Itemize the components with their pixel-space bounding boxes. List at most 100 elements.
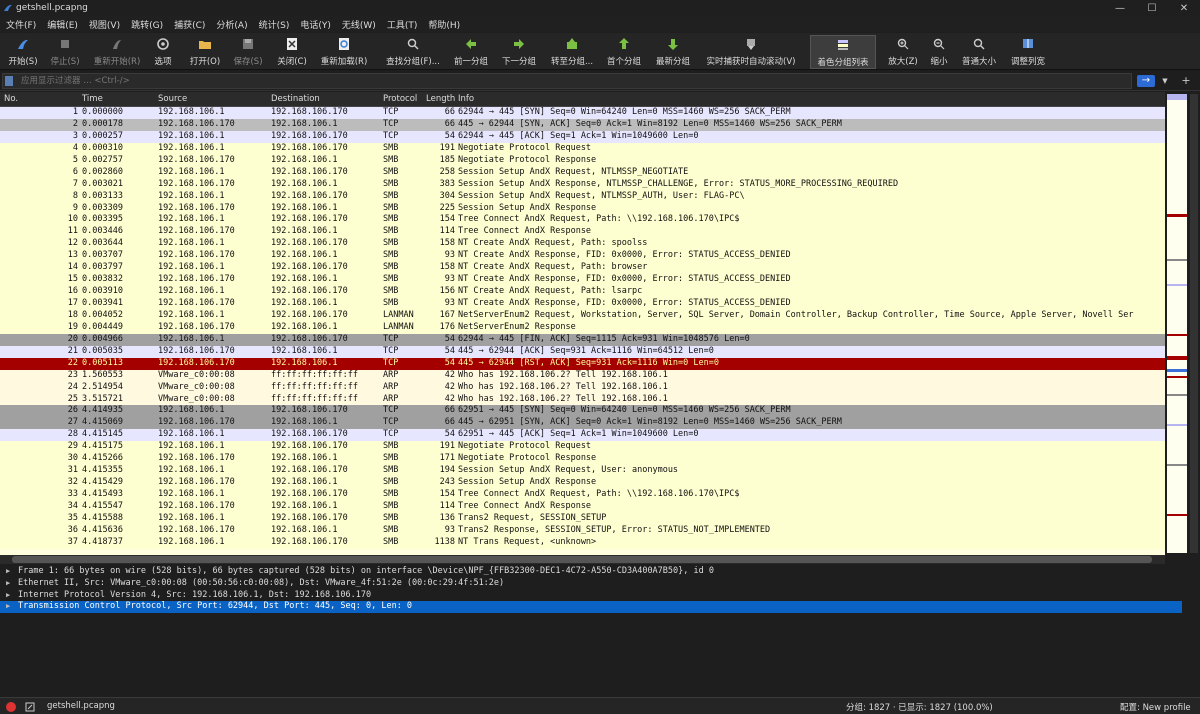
table-row[interactable]: 10 0.003395 192.168.106.1 192.168.106.170 SM… bbox=[0, 214, 1165, 227]
intelligent-scrollbar-overview[interactable] bbox=[1167, 94, 1187, 553]
next-packet-button[interactable]: 下一分组 bbox=[500, 35, 538, 69]
stop-capture-button[interactable]: 停止(S) bbox=[48, 35, 82, 69]
chevron-down-icon[interactable]: ▼ bbox=[1160, 74, 1170, 88]
expert-info-icon[interactable] bbox=[6, 702, 16, 712]
chevron-right-icon[interactable]: ▶ bbox=[6, 578, 10, 590]
autoscroll-button[interactable]: 实时捕获时自动滚动(V) bbox=[702, 35, 800, 69]
table-row[interactable]: 25 3.515721 VMware_c0:00:08 ff:ff:ff:ff:ff:… bbox=[0, 393, 1165, 406]
zoom-out-button[interactable]: 缩小 bbox=[926, 35, 952, 69]
table-row[interactable]: 1 0.000000 192.168.106.1 192.168.106.170 TCP… bbox=[0, 107, 1165, 119]
chevron-right-icon[interactable]: ▶ bbox=[6, 590, 10, 602]
table-row[interactable]: 12 0.003644 192.168.106.1 192.168.106.170 SM… bbox=[0, 238, 1165, 251]
menu-view[interactable]: 视图(V) bbox=[89, 18, 120, 31]
add-filter-button[interactable]: + bbox=[1178, 74, 1194, 88]
edit-comment-icon[interactable] bbox=[25, 702, 35, 712]
colorize-button[interactable]: 着色分组列表 bbox=[810, 35, 876, 69]
close-window-button[interactable]: ✕ bbox=[1168, 0, 1200, 16]
table-row[interactable]: 33 4.415493 192.168.106.1 192.168.106.170 SM… bbox=[0, 489, 1165, 501]
chevron-right-icon[interactable]: ▶ bbox=[6, 566, 10, 578]
display-filter-input[interactable] bbox=[2, 73, 1132, 89]
table-row[interactable]: 22 0.005113 192.168.106.170 192.168.106.1 TC… bbox=[0, 357, 1165, 370]
table-row[interactable]: 7 0.003021 192.168.106.170 192.168.106.1 SMB… bbox=[0, 178, 1165, 191]
table-row[interactable]: 28 4.415145 192.168.106.1 192.168.106.170 TC… bbox=[0, 429, 1165, 442]
table-row[interactable]: 15 0.003832 192.168.106.170 192.168.106.1 SM… bbox=[0, 274, 1165, 287]
open-file-button[interactable]: 打开(O) bbox=[188, 35, 222, 69]
menu-wireless[interactable]: 无线(W) bbox=[342, 18, 376, 31]
table-row[interactable]: 34 4.415547 192.168.106.170 192.168.106.1 SM… bbox=[0, 500, 1165, 513]
column-header-source[interactable]: Source bbox=[158, 94, 187, 104]
horizontal-scrollbar-thumb[interactable] bbox=[12, 556, 1152, 563]
column-header-length[interactable]: Length bbox=[426, 94, 455, 104]
column-header-destination[interactable]: Destination bbox=[271, 94, 320, 104]
status-profile[interactable]: 配置: New profile bbox=[1120, 701, 1191, 713]
table-row[interactable]: 37 4.418737 192.168.106.1 192.168.106.170 SM… bbox=[0, 536, 1165, 549]
column-header-protocol[interactable]: Protocol bbox=[383, 94, 417, 104]
maximize-button[interactable]: ☐ bbox=[1136, 0, 1168, 16]
column-header-time[interactable]: Time bbox=[82, 94, 103, 104]
table-row[interactable]: 29 4.415175 192.168.106.1 192.168.106.170 SM… bbox=[0, 441, 1165, 454]
menu-edit[interactable]: 编辑(E) bbox=[47, 18, 78, 31]
detail-row-ethernet[interactable]: ▶ Ethernet II, Src: VMware_c0:00:08 (00:… bbox=[0, 578, 1200, 590]
table-row[interactable]: 30 4.415266 192.168.106.170 192.168.106.1 SM… bbox=[0, 453, 1165, 466]
close-file-button[interactable]: 关闭(C) bbox=[274, 35, 310, 69]
restart-capture-button[interactable]: 重新开始(R) bbox=[92, 35, 142, 69]
scrollbar-thumb[interactable] bbox=[1190, 94, 1198, 553]
column-header-no[interactable]: No. bbox=[4, 94, 18, 104]
menu-analyze[interactable]: 分析(A) bbox=[216, 18, 247, 31]
detail-row-frame[interactable]: ▶ Frame 1: 66 bytes on wire (528 bits), … bbox=[0, 566, 1200, 578]
menu-tools[interactable]: 工具(T) bbox=[387, 18, 418, 31]
first-packet-button[interactable]: 首个分组 bbox=[604, 35, 644, 69]
table-row[interactable]: 31 4.415355 192.168.106.1 192.168.106.170 SM… bbox=[0, 465, 1165, 478]
table-row[interactable]: 23 1.560553 VMware_c0:00:08 ff:ff:ff:ff:ff:… bbox=[0, 369, 1165, 382]
table-row[interactable]: 2 0.000178 192.168.106.170 192.168.106.1 TCP… bbox=[0, 118, 1165, 131]
chevron-right-icon[interactable]: ▶ bbox=[6, 601, 10, 613]
last-packet-button[interactable]: 最新分组 bbox=[652, 35, 694, 69]
table-row[interactable]: 24 2.514954 VMware_c0:00:08 ff:ff:ff:ff:ff:… bbox=[0, 381, 1165, 394]
menu-statistics[interactable]: 统计(S) bbox=[259, 18, 290, 31]
packet-info: NetServerEnum2 Request, Workstation, Ser… bbox=[458, 309, 1134, 320]
zoom-reset-button[interactable]: 普通大小 bbox=[958, 35, 1000, 69]
menu-capture[interactable]: 捕获(C) bbox=[174, 18, 205, 31]
menu-telephony[interactable]: 电话(Y) bbox=[300, 18, 331, 31]
packet-list-horizontal-scrollbar[interactable] bbox=[0, 555, 1165, 564]
table-row[interactable]: 4 0.000310 192.168.106.1 192.168.106.170 SMB… bbox=[0, 142, 1165, 155]
detail-row-tcp[interactable]: ▶ Transmission Control Protocol, Src Por… bbox=[0, 601, 1182, 614]
table-row[interactable]: 18 0.004052 192.168.106.1 192.168.106.170 LA… bbox=[0, 309, 1165, 322]
table-row[interactable]: 32 4.415429 192.168.106.170 192.168.106.1 SM… bbox=[0, 477, 1165, 489]
table-row[interactable]: 20 0.004966 192.168.106.1 192.168.106.170 TC… bbox=[0, 333, 1165, 346]
goto-packet-button[interactable]: 转至分组... bbox=[548, 35, 596, 69]
table-row[interactable]: 8 0.003133 192.168.106.1 192.168.106.170 SMB… bbox=[0, 190, 1165, 203]
table-row[interactable]: 19 0.004449 192.168.106.170 192.168.106.1 LA… bbox=[0, 321, 1165, 334]
save-file-button[interactable]: 保存(S) bbox=[230, 35, 266, 69]
start-capture-button[interactable]: 开始(S) bbox=[6, 35, 40, 69]
prev-packet-button[interactable]: 前一分组 bbox=[452, 35, 490, 69]
table-row[interactable]: 16 0.003910 192.168.106.1 192.168.106.170 SM… bbox=[0, 286, 1165, 298]
menu-file[interactable]: 文件(F) bbox=[6, 18, 36, 31]
minimize-button[interactable]: — bbox=[1104, 0, 1136, 16]
table-row[interactable]: 17 0.003941 192.168.106.170 192.168.106.1 SM… bbox=[0, 298, 1165, 310]
find-packet-button[interactable]: 查找分组(F)... bbox=[384, 35, 442, 69]
reload-button[interactable]: 重新加载(R) bbox=[318, 35, 370, 69]
table-row[interactable]: 35 4.415588 192.168.106.1 192.168.106.170 SM… bbox=[0, 512, 1165, 525]
capture-options-button[interactable]: 选项 bbox=[150, 35, 176, 69]
table-row[interactable]: 11 0.003446 192.168.106.170 192.168.106.1 SM… bbox=[0, 226, 1165, 239]
apply-filter-button[interactable]: → bbox=[1137, 75, 1155, 87]
table-row[interactable]: 9 0.003309 192.168.106.170 192.168.106.1 SMB… bbox=[0, 202, 1165, 215]
table-row[interactable]: 6 0.002860 192.168.106.1 192.168.106.170 SMB… bbox=[0, 166, 1165, 179]
zoom-in-button[interactable]: 放大(Z) bbox=[886, 35, 920, 69]
packet-protocol: SMB bbox=[383, 262, 399, 273]
column-header-info[interactable]: Info bbox=[458, 94, 474, 104]
menu-go[interactable]: 跳转(G) bbox=[131, 18, 163, 31]
table-row[interactable]: 27 4.415069 192.168.106.170 192.168.106.1 TC… bbox=[0, 417, 1165, 430]
table-row[interactable]: 3 0.000257 192.168.106.1 192.168.106.170 TCP… bbox=[0, 130, 1165, 143]
table-row[interactable]: 5 0.002757 192.168.106.170 192.168.106.1 SMB… bbox=[0, 154, 1165, 167]
table-row[interactable]: 14 0.003797 192.168.106.1 192.168.106.170 SM… bbox=[0, 262, 1165, 275]
detail-row-ipv4[interactable]: ▶ Internet Protocol Version 4, Src: 192.… bbox=[0, 590, 1200, 602]
bookmark-icon[interactable] bbox=[5, 76, 13, 86]
menu-help[interactable]: 帮助(H) bbox=[428, 18, 460, 31]
table-row[interactable]: 26 4.414935 192.168.106.1 192.168.106.170 TC… bbox=[0, 405, 1165, 418]
table-row[interactable]: 36 4.415636 192.168.106.170 192.168.106.1 SM… bbox=[0, 524, 1165, 537]
table-row[interactable]: 21 0.005035 192.168.106.170 192.168.106.1 TC… bbox=[0, 345, 1165, 358]
resize-columns-button[interactable]: 调整列宽 bbox=[1006, 35, 1050, 69]
table-row[interactable]: 13 0.003707 192.168.106.170 192.168.106.1 SM… bbox=[0, 250, 1165, 263]
